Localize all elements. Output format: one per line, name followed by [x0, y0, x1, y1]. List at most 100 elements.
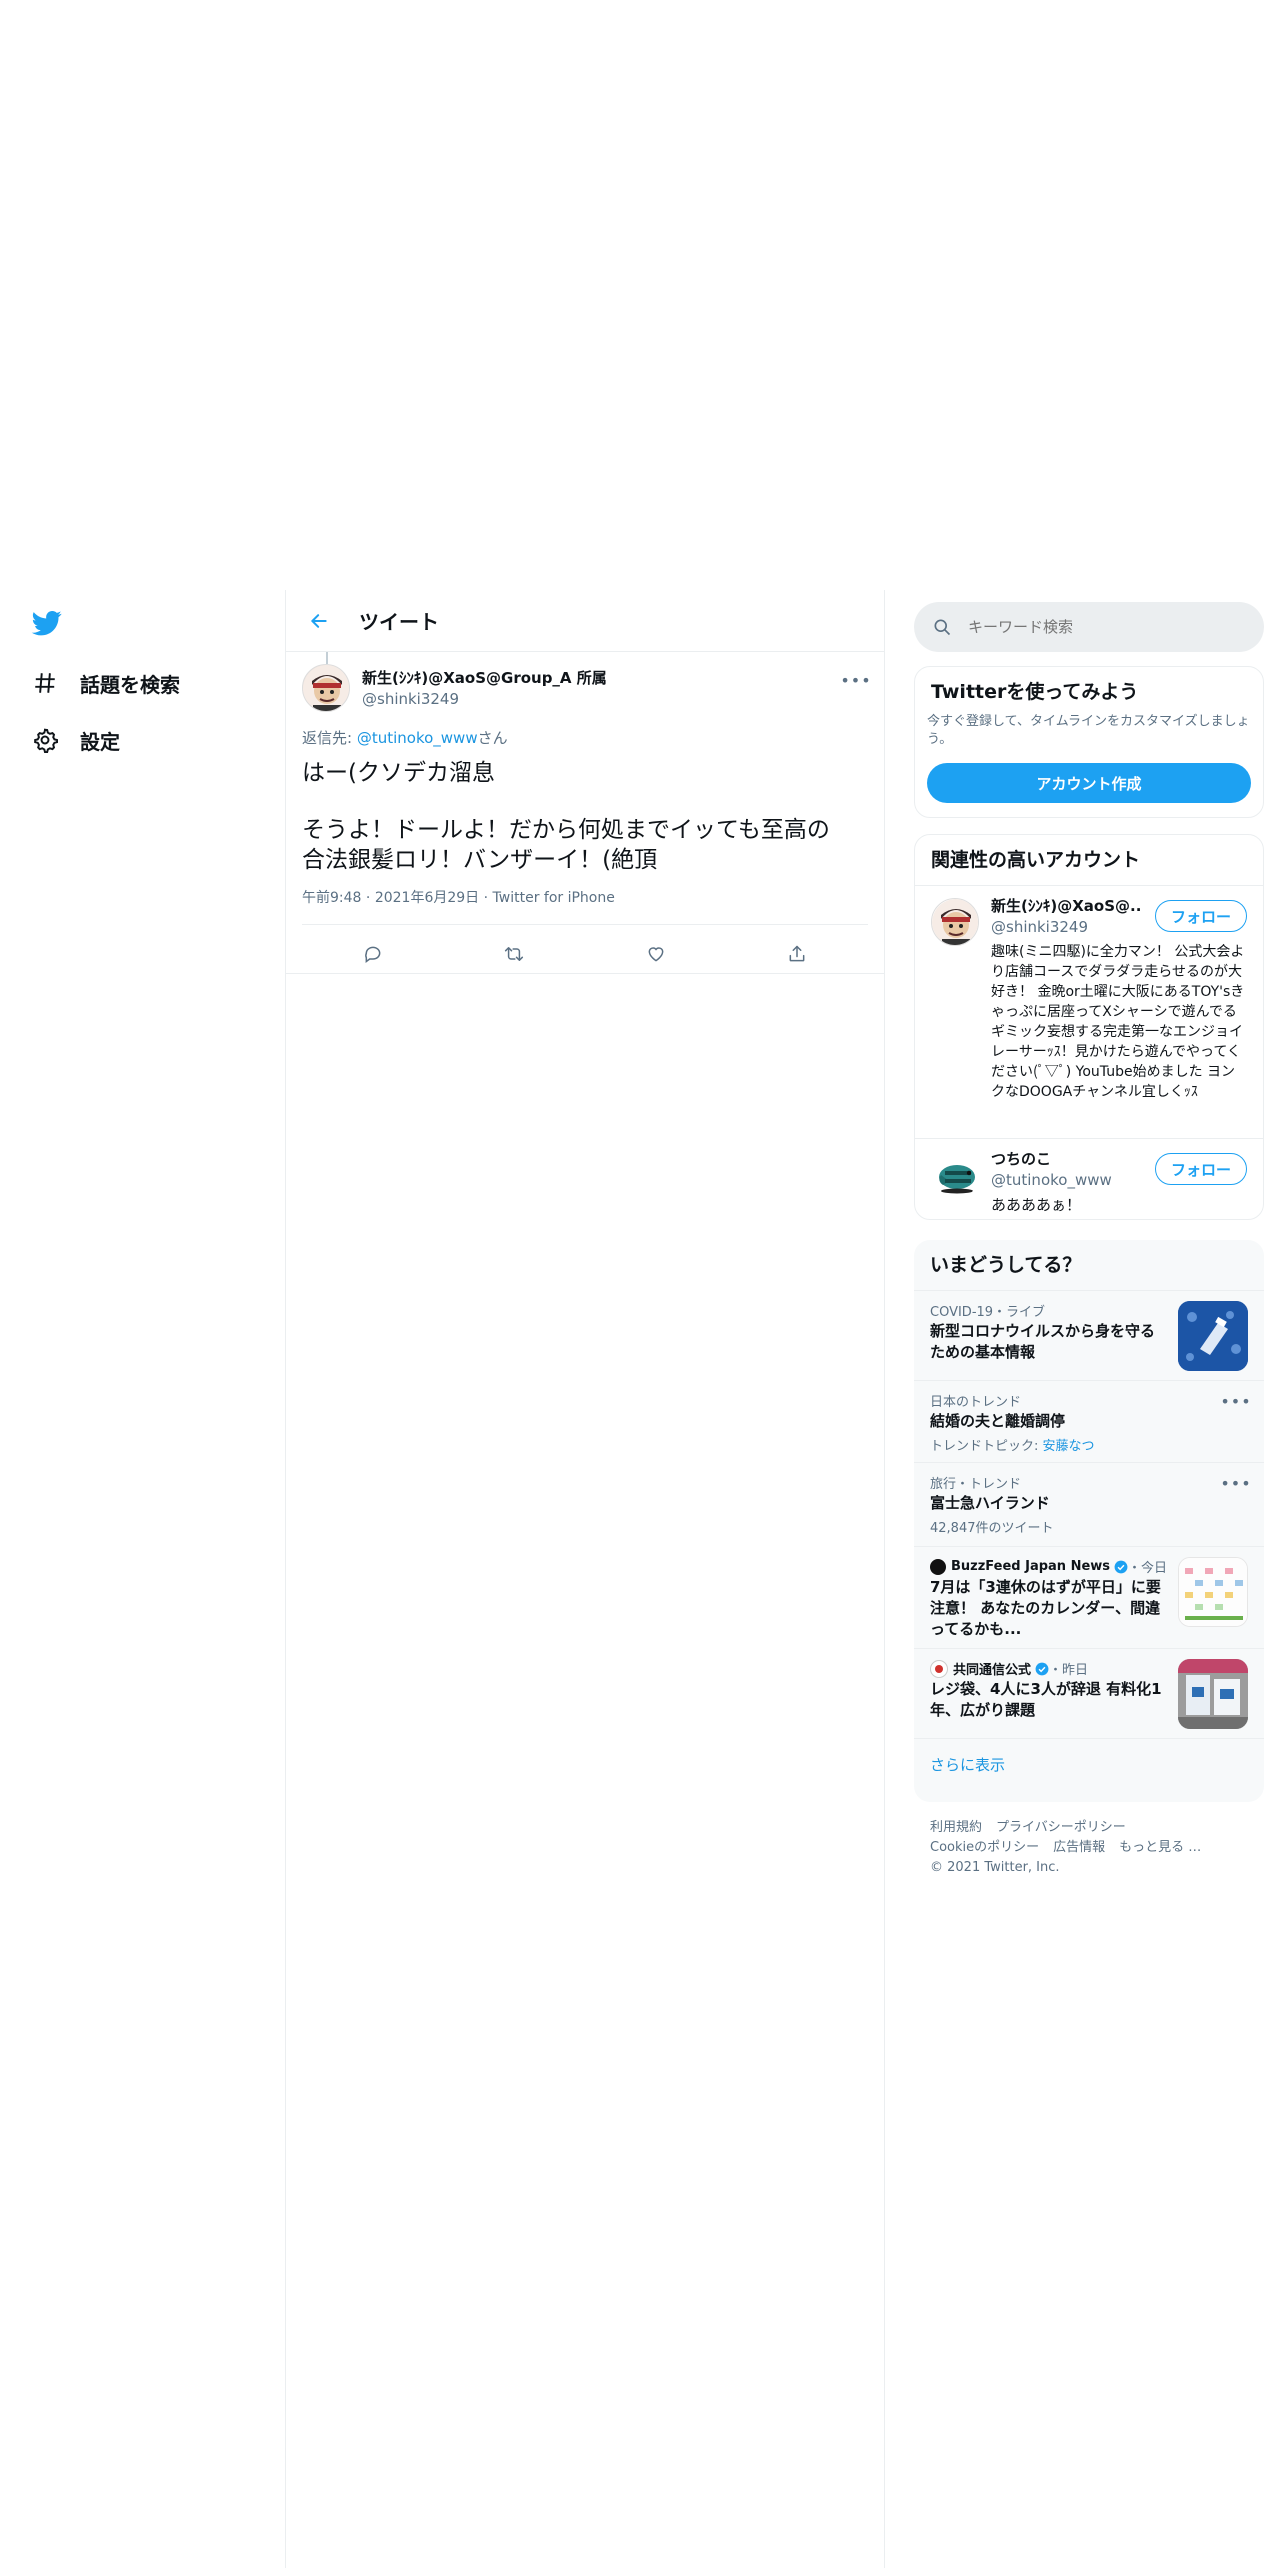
trend-title-line: 7月は「3連休のはずが平日」に要 [930, 1578, 1161, 1596]
trend-item[interactable]: 共同通信公式 ・昨日 レジ袋、4人に3人が辞退 有料化1 年、広がり課題 [914, 1648, 1264, 1738]
follow-button[interactable]: フォロー [1155, 900, 1247, 932]
trend-title-line: 注意！ あなたのカレンダー、間違 [930, 1599, 1161, 1617]
avatar[interactable] [302, 664, 350, 712]
avatar[interactable] [931, 898, 979, 946]
account-handle[interactable]: @shinki3249 [991, 917, 1088, 937]
trend-item[interactable]: 日本のトレンド ••• 結婚の夫と離婚調停 トレンドトピック: 安藤なつ [914, 1380, 1264, 1462]
reply-prefix: 返信先: [302, 729, 357, 747]
verified-badge-icon [1035, 1662, 1049, 1676]
follow-button[interactable]: フォロー [1155, 1153, 1247, 1185]
like-icon[interactable] [641, 939, 671, 969]
meta-separator: · [361, 890, 375, 906]
footer-more-link[interactable]: もっと見る … [1119, 1840, 1201, 1855]
tweet-text-line: はー(クソデカ溜息 [302, 760, 495, 786]
tweet-meta: 午前9:48 · 2021年6月29日 · Twitter for iPhone [302, 888, 615, 908]
trend-topic-link[interactable]: 安藤なつ [1043, 1439, 1095, 1454]
signup-title: Twitterを使ってみよう [931, 681, 1139, 703]
page-title: ツイート [359, 610, 439, 634]
twitter-logo-icon[interactable] [30, 608, 64, 638]
reply-context: 返信先: @tutinoko_wwwさん [302, 728, 508, 748]
retweet-icon[interactable] [499, 939, 529, 969]
trend-title: 結婚の夫と離婚調停 [930, 1412, 1066, 1430]
gear-icon [30, 725, 60, 755]
nav-settings[interactable]: 設定 [30, 720, 120, 760]
account-name[interactable]: 新生(ｼﾝｷ)@XaoS@... [991, 896, 1141, 916]
trend-title-line: 新型コロナウイルスから身を守る [930, 1322, 1156, 1340]
more-options-icon[interactable]: ••• [840, 670, 870, 690]
tweet-actions [302, 930, 868, 978]
reply-suffix: さん [477, 729, 508, 747]
tweet-author-handle[interactable]: @shinki3249 [362, 689, 459, 709]
tweet-time[interactable]: 午前9:48 [302, 890, 361, 906]
trend-title-line: ってるかも... [930, 1620, 1022, 1638]
signup-desc: 今すぐ登録して、タイムラインをカスタマイズしましょう。 [927, 714, 1250, 747]
footer: 利用規約 プライバシーポリシー Cookieのポリシー 広告情報 もっと見る … © … [930, 1818, 1260, 1878]
tweet-text: はー(クソデカ溜息 そうよ！ドールよ！だから何処までイッても至高の 合法銀髪ロリ… [302, 758, 862, 875]
reply-icon[interactable] [358, 939, 388, 969]
meta-separator: · [479, 890, 493, 906]
tweet-date[interactable]: 2021年6月29日 [375, 890, 479, 906]
share-icon[interactable] [782, 939, 812, 969]
trend-count: 42,847件のツイート [930, 1521, 1054, 1536]
copyright: © 2021 Twitter, Inc. [930, 1860, 1060, 1875]
account-bio: ああああぁ！ [991, 1196, 1082, 1214]
news-time: ・今日 [1128, 1561, 1168, 1576]
trend-item[interactable]: BuzzFeed Japan News ・今日 7月は「3連休のはずが平日」に要… [914, 1546, 1264, 1648]
footer-link[interactable]: 利用規約 [930, 1820, 982, 1835]
thread-line [326, 652, 328, 664]
account-row[interactable]: つちのこ @tutinoko_www フォロー ああああぁ！ [915, 1139, 1263, 1219]
more-options-icon[interactable]: ••• [1220, 1473, 1250, 1493]
search-box[interactable] [914, 602, 1264, 652]
show-more-row[interactable]: さらに表示 [914, 1738, 1264, 1802]
account-handle[interactable]: @tutinoko_www [991, 1170, 1112, 1190]
divider [286, 973, 884, 974]
trend-thumbnail [1178, 1659, 1248, 1729]
related-title: 関連性の高いアカウント [931, 849, 1141, 871]
back-arrow-icon[interactable] [304, 606, 334, 636]
nav-explore[interactable]: 話題を検索 [30, 663, 180, 703]
trend-title: レジ袋、4人に3人が辞退 有料化1 年、広がり課題 [930, 1679, 1170, 1721]
account-bio: 趣味(ミニ四駆)に全力マン！ 公式大会より店舗コースでダラダラ走らせるのが大好き… [991, 944, 1245, 1100]
footer-link[interactable]: 広告情報 [1053, 1840, 1105, 1855]
tweet-author-name[interactable]: 新生(ｼﾝｷ)@XaoS@Group_A 所属 [362, 668, 822, 688]
trend-title: 新型コロナウイルスから身を守る ための基本情報 [930, 1321, 1160, 1363]
tweet-text-line: 合法銀髪ロリ！バンザーイ！(絶頂 [302, 847, 658, 873]
sidebar: Twitterを使ってみよう 今すぐ登録して、タイムラインをカスタマイズしましょ… [900, 590, 1284, 2568]
tweet-source[interactable]: Twitter for iPhone [493, 890, 615, 906]
trend-title: 富士急ハイランド [930, 1494, 1050, 1512]
news-source-name: 共同通信公式 [953, 1663, 1032, 1678]
divider [302, 924, 868, 925]
news-time: ・昨日 [1049, 1663, 1089, 1678]
trend-thumbnail [1178, 1301, 1248, 1371]
verified-badge-icon [1114, 1560, 1128, 1574]
trend-title: 7月は「3連休のはずが平日」に要 注意！ あなたのカレンダー、間違 ってるかも.… [930, 1577, 1170, 1640]
trend-meta: COVID-19・ライブ [930, 1305, 1046, 1320]
show-more-link[interactable]: さらに表示 [930, 1755, 1005, 1775]
search-input[interactable] [966, 617, 1250, 637]
create-account-button[interactable]: アカウント作成 [927, 763, 1251, 803]
footer-link[interactable]: プライバシーポリシー [996, 1820, 1126, 1835]
source-logo-icon [930, 1659, 948, 1678]
trend-thumbnail [1178, 1557, 1248, 1627]
hashtag-icon [30, 668, 60, 698]
trends-card: いまどうしてる？ COVID-19・ライブ 新型コロナウイルスから身を守る ため… [914, 1240, 1264, 1802]
trend-meta: 日本のトレンド [930, 1395, 1022, 1410]
source-logo-icon [930, 1558, 946, 1575]
trend-title-line: 年、広がり課題 [930, 1701, 1036, 1719]
left-nav: 話題を検索 設定 [0, 590, 285, 2568]
more-options-icon[interactable]: ••• [1220, 1391, 1250, 1411]
footer-link[interactable]: Cookieのポリシー [930, 1840, 1039, 1855]
account-name[interactable]: つちのこ [991, 1149, 1051, 1169]
nav-settings-label: 設定 [80, 729, 120, 754]
account-row[interactable]: 新生(ｼﾝｷ)@XaoS@... @shinki3249 フォロー 趣味(ミニ四… [915, 886, 1263, 1138]
trend-title-line: ための基本情報 [930, 1343, 1036, 1361]
signup-card: Twitterを使ってみよう 今すぐ登録して、タイムラインをカスタマイズしましょ… [914, 666, 1264, 818]
reply-to-link[interactable]: @tutinoko_www [357, 729, 478, 747]
trend-item[interactable]: COVID-19・ライブ 新型コロナウイルスから身を守る ための基本情報 [914, 1290, 1264, 1380]
trend-item[interactable]: 旅行・トレンド ••• 富士急ハイランド 42,847件のツイート [914, 1462, 1264, 1546]
news-source-name: BuzzFeed Japan News [951, 1559, 1111, 1574]
related-accounts-card: 関連性の高いアカウント 新生(ｼﾝｷ)@XaoS@... @shinki3249… [914, 834, 1264, 1220]
trend-topic-prefix: トレンドトピック: [930, 1439, 1043, 1454]
main-column: ツイート 新生(ｼﾝｷ)@XaoS@Group_A 所属 @shinki3249… [285, 590, 885, 2568]
avatar[interactable] [931, 1151, 979, 1199]
